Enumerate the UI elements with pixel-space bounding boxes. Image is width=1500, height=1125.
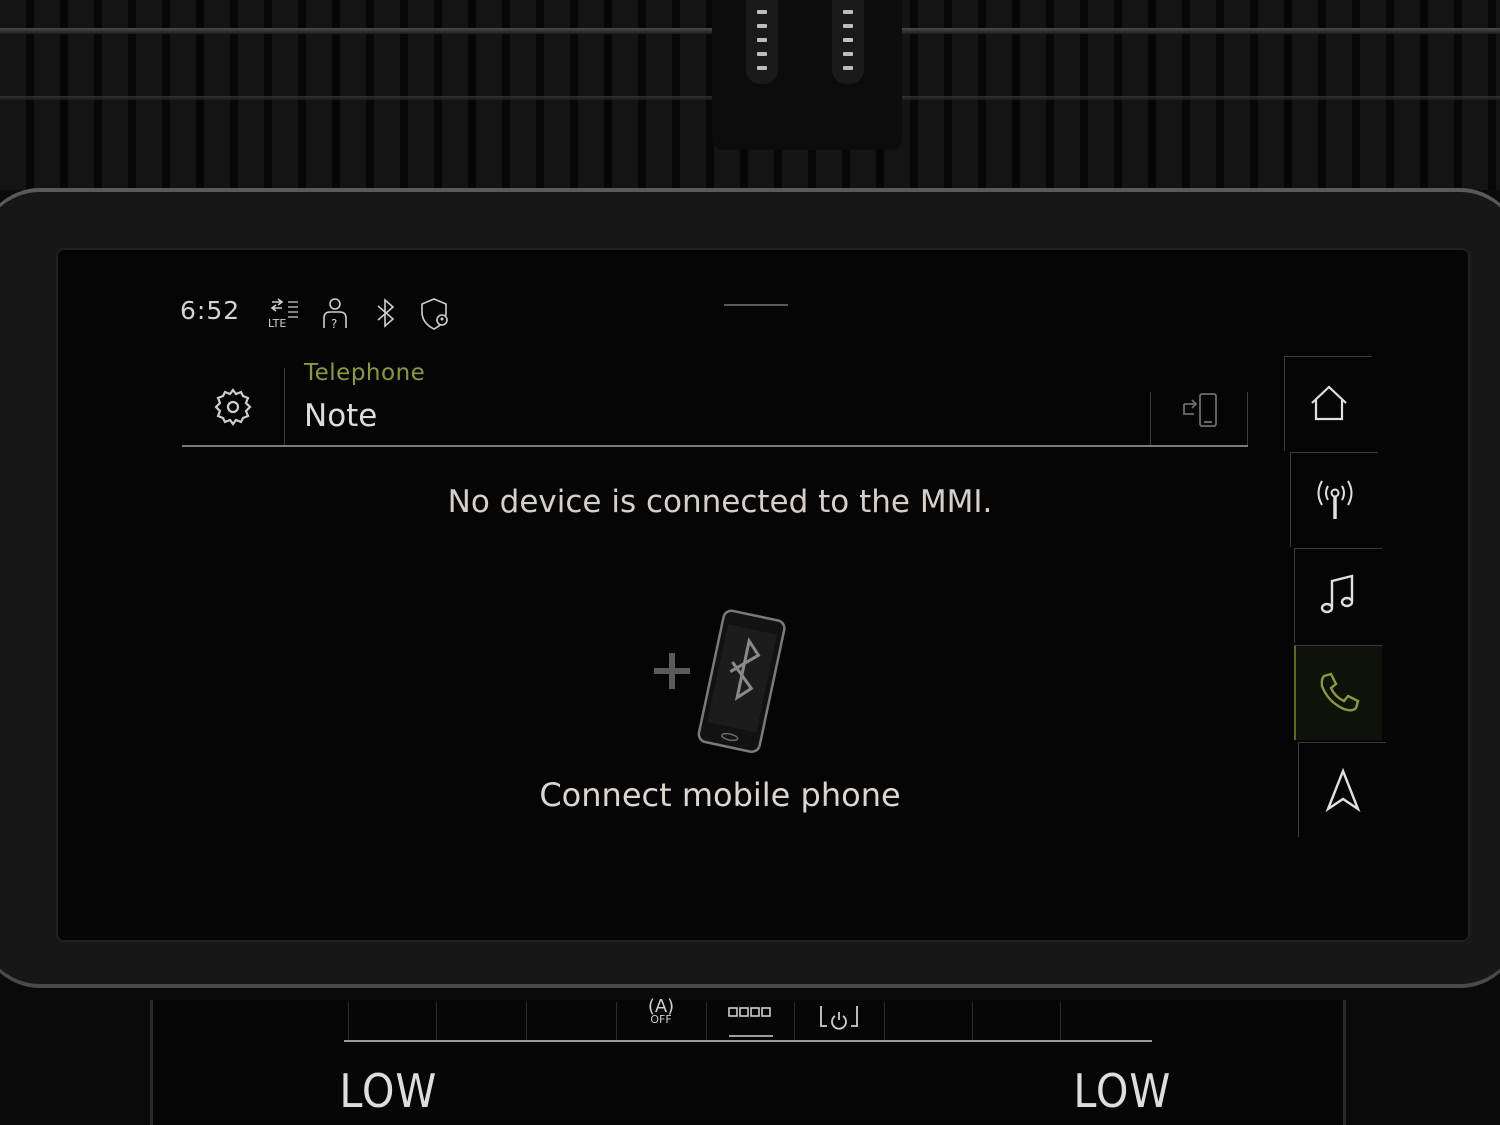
climate-button[interactable] (1060, 1002, 1148, 1042)
driver-profile-icon: ? (318, 296, 354, 332)
radio-antenna-icon (1317, 480, 1352, 519)
drag-handle[interactable] (724, 304, 788, 306)
phone-transfer-icon (1183, 393, 1217, 427)
bluetooth-icon (368, 296, 404, 332)
left-temperature[interactable]: LOW (339, 1064, 437, 1118)
svg-text:LTE: LTE (268, 317, 286, 330)
header-divider (1150, 392, 1151, 446)
lte-signal-icon: LTE (266, 296, 302, 332)
page-title: Note (304, 398, 378, 434)
nav-home-button[interactable] (1284, 356, 1372, 451)
header-divider (284, 368, 285, 446)
air-vents (0, 0, 1500, 190)
connect-phone-button[interactable] (648, 606, 788, 762)
nav-radio-button[interactable] (1290, 452, 1378, 547)
nav-rail (1284, 356, 1386, 842)
privacy-location-icon (416, 296, 452, 332)
nav-navigation-button[interactable] (1298, 742, 1386, 837)
svg-text:?: ? (331, 317, 337, 331)
header-underline (182, 445, 1248, 447)
navigation-arrow-icon (1324, 767, 1361, 813)
settings-button[interactable] (190, 372, 276, 442)
status-time: 6:52 (180, 296, 241, 325)
seat-heat-button[interactable] (706, 1002, 794, 1042)
gear-icon (214, 388, 252, 426)
climate-button[interactable] (348, 1002, 436, 1042)
app-category-label: Telephone (304, 360, 426, 386)
nav-telephone-button[interactable] (1294, 645, 1382, 740)
bluetooth-phone-icon (654, 609, 786, 754)
phone-icon (1320, 672, 1360, 712)
center-vent (712, 0, 902, 150)
right-temperature[interactable]: LOW (1073, 1064, 1171, 1118)
climate-button[interactable] (972, 1002, 1060, 1042)
power-icon (820, 1006, 858, 1030)
home-icon (1310, 385, 1347, 421)
climate-divider (344, 1040, 1152, 1042)
climate-button[interactable] (436, 1002, 524, 1042)
auto-off-button[interactable]: (A) OFF (616, 996, 704, 1042)
music-note-icon (1320, 574, 1353, 614)
climate-button[interactable] (884, 1002, 972, 1042)
climate-power-button[interactable] (794, 1002, 882, 1042)
device-switch-button[interactable] (1160, 386, 1240, 442)
header-divider (1247, 392, 1248, 446)
mmi-screen (58, 250, 1468, 940)
connect-phone-label[interactable]: Connect mobile phone (420, 776, 1020, 814)
nav-media-button[interactable] (1294, 548, 1382, 643)
climate-button[interactable] (526, 1002, 614, 1042)
no-device-message: No device is connected to the MMI. (447, 484, 993, 520)
rear-defrost-icon (728, 1007, 773, 1037)
auto-off-label: OFF (650, 1013, 672, 1026)
